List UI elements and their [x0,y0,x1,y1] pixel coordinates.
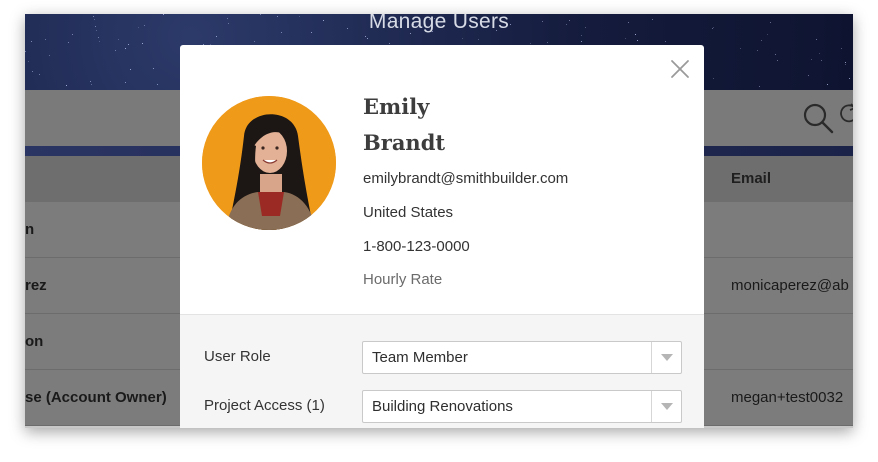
page-title: Manage Users [368,14,510,33]
user-phone: 1-800-123-0000 [363,238,470,255]
user-first-name: Emily [363,94,430,119]
search-icon[interactable] [802,102,834,134]
user-email: emilybrandt@smithbuilder.com [363,170,569,187]
user-last-name: Brandt [363,130,446,155]
chevron-down-icon [661,354,673,361]
user-profile-modal: Emily Brandt emilybrandt@smithbuilder.co… [180,45,704,428]
user-name-cell: n [25,221,35,238]
user-name-cell: on [25,333,44,350]
user-photo-icon [202,96,336,230]
project-access-label: Project Access (1) [204,397,325,414]
user-name-cell: se (Account Owner) [25,389,167,406]
project-access-value: Building Renovations [372,398,513,415]
user-settings-panel: User Role Team Member Project Access (1)… [180,314,704,428]
avatar [202,96,336,230]
column-header-email[interactable]: Email [731,170,771,187]
user-name-cell: rez [25,277,47,294]
user-email-cell: megan+test0032 [731,389,844,406]
chevron-down-icon [661,403,673,410]
user-email-cell: monicaperez@ab [731,277,849,294]
close-icon[interactable] [669,58,691,80]
user-role-value: Team Member [372,349,468,366]
user-role-select[interactable]: Team Member [362,341,682,374]
user-country: United States [363,204,454,221]
hourly-rate-label[interactable]: Hourly Rate [363,271,442,288]
project-access-select[interactable]: Building Renovations [362,390,682,423]
user-role-label: User Role [204,348,271,365]
project-access-dropdown-toggle[interactable] [651,391,681,422]
user-role-dropdown-toggle[interactable] [651,342,681,373]
refresh-icon[interactable] [839,102,853,126]
